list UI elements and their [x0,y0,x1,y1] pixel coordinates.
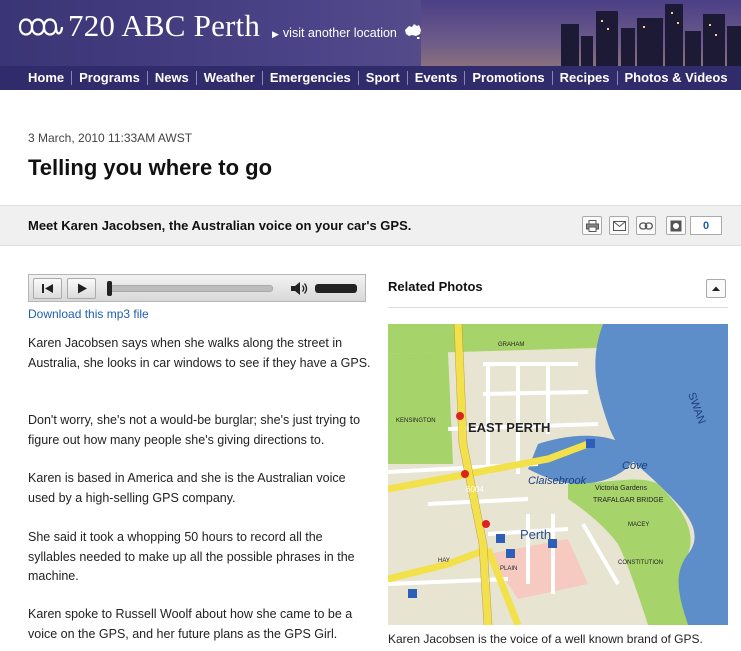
skyline-photo [421,0,741,66]
article-paragraph: She said it took a whopping 50 hours to … [28,530,355,583]
australia-map-icon [405,24,422,39]
collapse-button[interactable] [706,279,726,298]
nav-events[interactable]: Events [408,71,466,85]
divider [388,307,728,308]
map-label-macey: MACEY [628,522,649,528]
envelope-icon [612,220,626,231]
nav-news[interactable]: News [148,71,197,85]
map-label-claisebrook: Claisebrook [528,475,587,487]
map-label-cove: Cove [622,460,648,472]
share-button[interactable] [666,216,686,235]
share-icon [670,220,682,231]
permalink-button[interactable] [636,216,656,235]
article-paragraph: Karen is based in America and she is the… [28,471,346,505]
chevron-right-icon: ▶ [272,29,279,39]
visit-another-location-link[interactable]: ▶ visit another location [272,23,423,40]
map-label-constitution: CONSTITUTION [618,560,663,566]
chevron-up-icon [712,286,720,291]
photo-caption: Karen Jacobsen is the voice of a well kn… [388,632,703,646]
map-label-plain: PLAIN [500,566,517,572]
abc-logo-icon[interactable] [18,14,64,40]
article-headline: Telling you where to go [28,155,273,180]
nav-photos-videos[interactable]: Photos & Videos [618,71,735,85]
nav-programs[interactable]: Programs [72,71,148,85]
related-photos-heading: Related Photos [388,279,483,294]
map-label-perth: Perth [520,527,551,542]
map-label-postcode: 6004 [466,485,484,494]
map-label-graham: GRAHAM [498,342,524,348]
station-title[interactable]: 720 ABC Perth [68,8,260,44]
nav-weather[interactable]: Weather [197,71,263,85]
progress-slider[interactable] [107,285,273,292]
download-mp3-link[interactable]: Download this mp3 file [28,307,149,321]
map-label-kensington: KENSINGTON [396,418,436,424]
article-paragraph: Karen Jacobsen says when she walks along… [28,336,371,370]
play-button[interactable] [67,278,96,299]
print-button[interactable] [582,216,602,235]
link-icon [639,221,653,230]
map-label-victoria-gardens: Victoria Gardens [595,485,648,492]
nav-sport[interactable]: Sport [359,71,408,85]
article-date: 3 March, 2010 11:33AM AWST [28,131,193,145]
play-icon [78,283,87,294]
map-label-east-perth: EAST PERTH [468,420,550,435]
nav-promotions[interactable]: Promotions [465,71,553,85]
map-label-trafalgar: TRAFALGAR BRIDGE [593,497,664,504]
progress-handle[interactable] [107,281,112,296]
map-label-hay: HAY [438,558,450,564]
map-photo[interactable]: EAST PERTH Perth Claisebrook Cove SWAN T… [388,324,728,625]
skip-back-icon [42,284,53,293]
volume-slider[interactable] [315,284,357,293]
nav-emergencies[interactable]: Emergencies [263,71,359,85]
article-paragraph: Karen spoke to Russell Woolf about how s… [28,607,353,641]
rewind-button[interactable] [33,278,62,299]
main-nav: Home Programs News Weather Emergencies S… [0,66,741,90]
article-summary: Meet Karen Jacobsen, the Australian voic… [28,218,412,233]
header-banner: 720 ABC Perth ▶ visit another location [0,0,741,66]
print-icon [585,219,599,232]
audio-player [28,274,366,302]
email-button[interactable] [609,216,629,235]
article-paragraph: Don't worry, she's not a would-be burgla… [28,413,361,447]
visit-link-label: visit another location [282,26,397,40]
nav-recipes[interactable]: Recipes [553,71,618,85]
share-count: 0 [690,216,722,235]
nav-home[interactable]: Home [21,71,73,85]
volume-icon[interactable] [289,280,311,297]
